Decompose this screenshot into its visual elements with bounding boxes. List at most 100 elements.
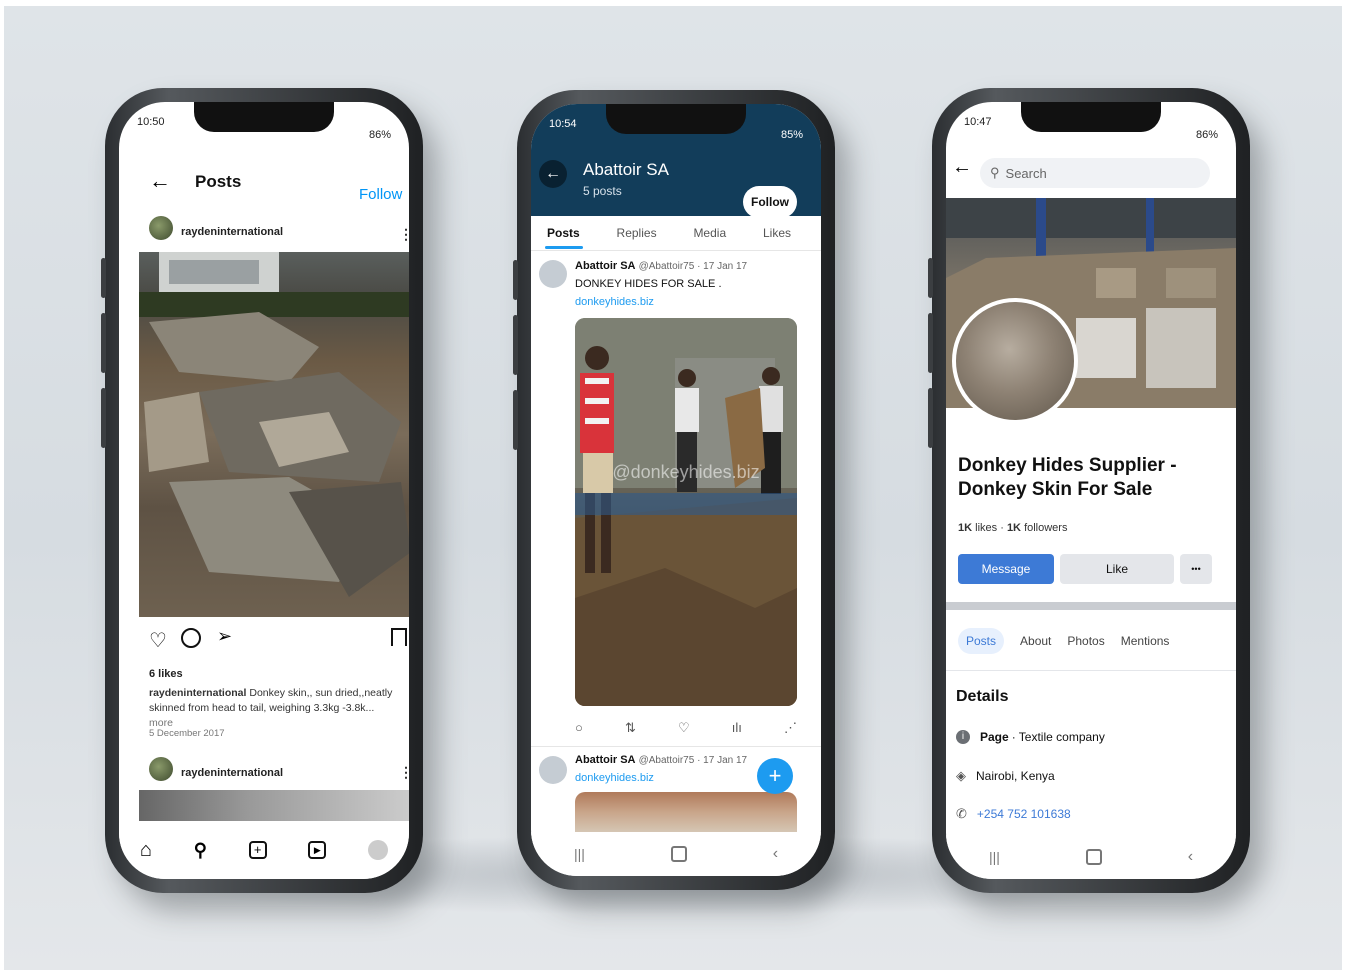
phone-instagram: 10:50 86% ← Posts Follow raydeninternati… [101,88,423,893]
android-nav-bar: ||| ‹ [531,832,821,876]
follow-button[interactable]: Follow [743,186,797,218]
detail-row-location: ◈ Nairobi, Kenya [956,768,1055,784]
status-time: 10:54 [549,118,577,130]
recents-icon[interactable]: ||| [989,849,1000,865]
divider [531,746,821,747]
message-button[interactable]: Message [958,554,1054,584]
search-placeholder: Search [1005,165,1047,181]
tweet-header: Abattoir SA @Abattoir75 · 17 Jan 17 [575,260,747,272]
tab-likes[interactable]: Likes [763,226,791,240]
like-button[interactable]: Like [1060,554,1174,584]
detail-row-phone: ✆ +254 752 101638 [956,806,1071,822]
follow-button[interactable]: Follow [359,186,402,203]
search-icon[interactable]: ⚲ [194,840,207,861]
search-icon: ⚲ [990,165,1000,180]
likes-label: likes [975,522,998,534]
bookmark-icon[interactable] [391,628,407,646]
followers-label: followers [1024,522,1068,534]
status-bar: 10:54 85% [549,114,803,141]
comment-icon[interactable] [181,628,201,648]
status-bar: 10:50 86% [137,112,391,141]
like-heart-icon[interactable]: ♡ [678,720,690,736]
home-icon[interactable] [1085,849,1102,865]
more-options-icon[interactable]: ⋮ [399,226,409,243]
post-image[interactable] [139,252,409,617]
post-username[interactable]: raydeninternational [181,226,283,238]
views-icon[interactable]: ılı [732,720,742,736]
phone-twitter: 10:54 85% ← Abattoir SA 5 posts Follow P… [513,90,835,890]
tweet-actions: ○ ⇅ ♡ ılı ⋰ [575,720,797,736]
detail-row-page: i Page · Textile company [956,730,1105,744]
caption-username[interactable]: raydeninternational [149,687,246,699]
android-nav-bar: ||| ‹ [946,835,1236,879]
page-tabs: Posts About Photos Mentions [958,628,1208,654]
section-divider [946,602,1236,610]
profile-tabs: Posts Replies Media Likes [547,226,791,240]
more-options-button[interactable]: ••• [1180,554,1212,584]
likes-count: 6 likes [149,668,183,680]
tab-posts[interactable]: Posts [958,628,1005,654]
facebook-screen: 10:47 86% ← ⚲ Search Donkey Hides Suppli… [946,102,1236,879]
page-category: · Textile company [1011,730,1105,744]
page-stats: 1K likes · 1K followers [958,522,1068,534]
tab-mentions[interactable]: Mentions [1121,634,1170,648]
back-icon[interactable]: ‹ [1188,848,1193,866]
details-heading: Details [956,688,1009,705]
reply-icon[interactable]: ○ [575,720,583,736]
status-time: 10:47 [964,116,992,128]
page-label: Page [980,730,1009,744]
phone-number[interactable]: +254 752 101638 [977,807,1071,821]
image-watermark: @donkeyhides.biz [612,462,759,482]
search-field[interactable]: ⚲ Search [980,158,1210,188]
avatar[interactable] [539,260,567,288]
status-battery: 86% [1195,129,1218,141]
status-bar: 10:47 86% [964,112,1218,141]
tweet-author-name[interactable]: Abattoir SA [575,260,636,272]
recents-icon[interactable]: ||| [574,846,585,862]
avatar[interactable] [149,216,173,240]
compose-fab-button[interactable]: + [757,758,793,794]
tab-media[interactable]: Media [693,226,726,240]
tweet-link[interactable]: donkeyhides.biz [575,772,654,784]
tweet-handle-date: @Abattoir75 · 17 Jan 17 [638,261,748,272]
divider [946,670,1236,671]
retweet-icon[interactable]: ⇅ [625,720,636,736]
share-icon[interactable]: ➢ [217,626,232,647]
avatar[interactable] [149,757,173,781]
location-text[interactable]: Nairobi, Kenya [976,769,1055,783]
status-battery: 85% [780,129,803,141]
tweet-link[interactable]: donkeyhides.biz [575,296,654,308]
tab-photos[interactable]: Photos [1067,634,1104,648]
profile-name: Abattoir SA [583,160,669,179]
profile-avatar[interactable] [368,840,389,860]
more-options-icon[interactable]: ⋮ [399,764,409,781]
instagram-screen: 10:50 86% ← Posts Follow raydeninternati… [119,102,409,879]
tab-posts[interactable]: Posts [547,226,580,240]
share-icon[interactable]: ⋰ [784,720,797,736]
phone-icon: ✆ [956,806,967,821]
tweet-image[interactable] [575,792,797,832]
tweet-author-name[interactable]: Abattoir SA [575,754,636,766]
profile-picture[interactable] [952,298,1078,424]
page-title: Posts [195,172,242,191]
create-post-icon[interactable]: + [248,841,267,859]
back-arrow-icon[interactable]: ← [952,156,972,179]
reels-icon[interactable]: ▶ [308,841,327,859]
tweet-image[interactable]: @donkeyhides.biz [575,318,797,706]
likes-count: 1K [958,522,973,534]
avatar[interactable] [539,756,567,784]
tweet-text: DONKEY HIDES FOR SALE . [575,278,722,290]
back-arrow-icon[interactable]: ← [539,160,567,188]
tab-about[interactable]: About [1020,634,1051,648]
followers-count: 1K [1006,522,1021,534]
home-icon[interactable]: ⌂ [140,839,152,862]
post-username[interactable]: raydeninternational [181,767,283,779]
home-icon[interactable] [670,846,687,862]
back-arrow-icon[interactable]: ← [149,168,171,194]
post-caption: raydeninternational Donkey skin,, sun dr… [149,686,399,731]
back-icon[interactable]: ‹ [773,845,778,863]
like-heart-icon[interactable]: ♡ [149,628,167,653]
divider [531,250,821,251]
tab-replies[interactable]: Replies [617,226,657,240]
page-title: Donkey Hides Supplier - Donkey Skin For … [958,455,1177,500]
